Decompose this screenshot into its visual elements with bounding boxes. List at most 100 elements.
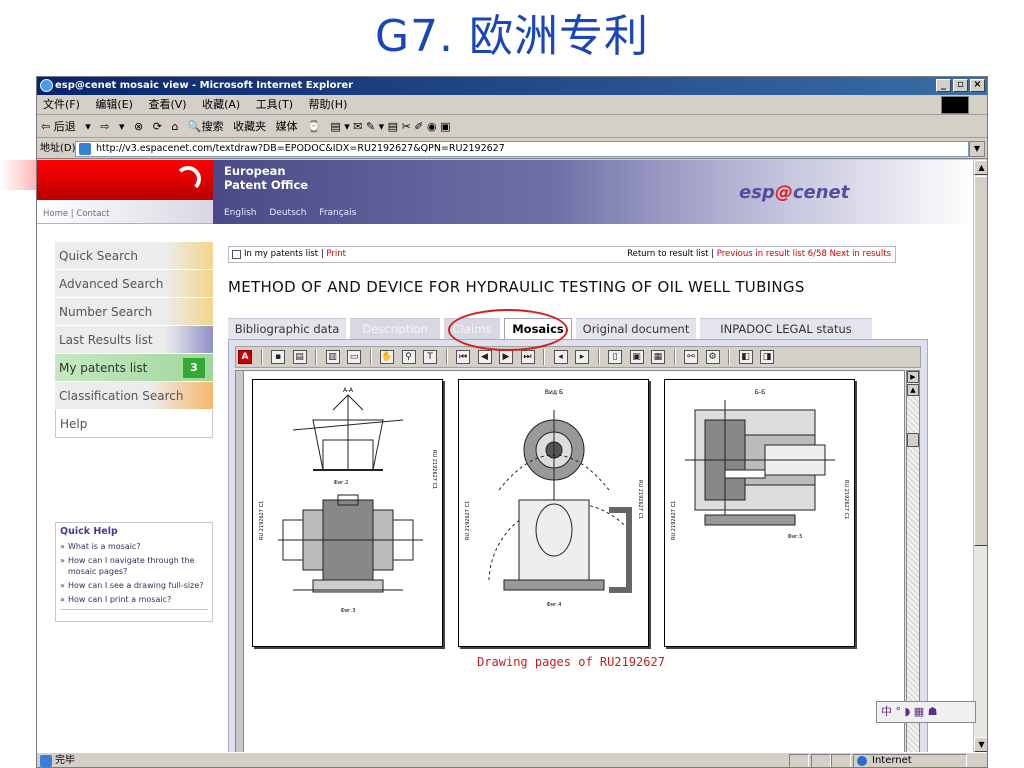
scroll-thumb[interactable] bbox=[974, 176, 987, 546]
nav-my-patents[interactable]: My patents list 3 bbox=[55, 354, 213, 382]
first-page-icon[interactable]: ⏮ bbox=[456, 350, 470, 364]
scroll-up-icon[interactable]: ▲ bbox=[974, 160, 987, 175]
nav-label: Quick Search bbox=[59, 249, 138, 263]
help-link[interactable]: What is a mosaic? bbox=[60, 541, 208, 552]
ime-toolbar[interactable]: 中 ° ◗ ▦ ☗ bbox=[876, 701, 976, 723]
page-done-icon bbox=[40, 755, 52, 767]
forward-view-icon[interactable]: ▸ bbox=[575, 350, 589, 364]
column-right-icon[interactable]: ◨ bbox=[760, 350, 774, 364]
favorites-button[interactable]: 收藏夹 bbox=[233, 120, 266, 133]
prev-next-links[interactable]: Previous in result list 6/58 Next in res… bbox=[717, 249, 891, 259]
last-page-icon[interactable]: ⏭ bbox=[520, 350, 535, 364]
toolbar-extra-icons[interactable]: ▤ ▾ ✉ ✎ ▾ ▤ ✂ ✐ ◉ ▣ bbox=[330, 120, 450, 133]
home-icon[interactable]: ⌂ bbox=[171, 120, 178, 133]
back-view-icon[interactable]: ◂ bbox=[553, 350, 568, 364]
my-patents-checkbox[interactable] bbox=[232, 250, 241, 259]
drawing-page-3[interactable]: Б-Б Фиг.5 RU 2192627 C1 RU 2192627 C1 bbox=[664, 379, 855, 647]
back-button[interactable]: ⇦ 后退 bbox=[41, 120, 76, 133]
next-page-icon[interactable]: ▶ bbox=[499, 350, 513, 364]
nav-help[interactable]: Help bbox=[55, 410, 213, 438]
address-url: http://v3.espacenet.com/textdraw?DB=EPOD… bbox=[96, 143, 505, 154]
find-icon[interactable]: ⚯ bbox=[684, 350, 698, 364]
tab-inpadoc[interactable]: INPADOC LEGAL status bbox=[700, 318, 872, 339]
drawing-3-sketch: Б-Б Фиг.5 RU 2192627 C1 RU 2192627 C1 bbox=[671, 389, 849, 540]
minimize-button[interactable]: _ bbox=[936, 79, 951, 92]
nav-classification-search[interactable]: Classification Search bbox=[55, 382, 213, 410]
help-link[interactable]: How can I navigate through the mosaic pa… bbox=[60, 555, 208, 577]
save-icon[interactable]: ▪ bbox=[271, 350, 285, 364]
menu-edit[interactable]: 编辑(E) bbox=[95, 98, 133, 111]
acrobat-icon[interactable]: A bbox=[238, 350, 252, 364]
status-cell bbox=[789, 754, 809, 767]
column-left-icon[interactable]: ◧ bbox=[738, 350, 753, 364]
lang-english[interactable]: English bbox=[224, 208, 257, 218]
fit-page-icon[interactable]: ▣ bbox=[629, 350, 644, 364]
history-icon[interactable]: ⌚ bbox=[307, 120, 321, 133]
nav-number-search[interactable]: Number Search bbox=[55, 298, 213, 326]
lang-francais[interactable]: Français bbox=[319, 208, 356, 218]
forward-dropdown-icon[interactable]: ▾ bbox=[119, 120, 125, 133]
zoom-icon[interactable]: ⚲ bbox=[401, 350, 416, 364]
nav-advanced-search[interactable]: Advanced Search bbox=[55, 270, 213, 298]
fig-mid-label: Фиг.2 bbox=[334, 480, 349, 486]
text-select-icon[interactable]: T bbox=[423, 350, 437, 364]
refresh-icon[interactable]: ⟳ bbox=[153, 120, 162, 133]
tab-description[interactable]: Description bbox=[350, 318, 440, 339]
address-label: 地址(D) bbox=[40, 143, 76, 154]
window-titlebar[interactable]: esp@cenet mosaic view - Microsoft Intern… bbox=[37, 77, 987, 95]
espacenet-logo[interactable]: esp@cenet bbox=[739, 182, 849, 203]
menu-view[interactable]: 查看(V) bbox=[148, 98, 186, 111]
help-link[interactable]: How can I see a drawing full-size? bbox=[60, 580, 208, 591]
close-button[interactable]: × bbox=[970, 79, 985, 92]
pages-icon[interactable]: ▥ bbox=[325, 350, 340, 364]
logo-part-2: cenet bbox=[792, 182, 850, 203]
viewer-scrollbar[interactable]: ▶ ▲ bbox=[906, 370, 920, 752]
nav-quick-search[interactable]: Quick Search bbox=[55, 242, 213, 270]
viewer-scroll-up-icon[interactable]: ▲ bbox=[907, 384, 919, 396]
fig-top-label: A-A bbox=[343, 387, 354, 394]
drawing-page-1[interactable]: A-A Фиг.2 Фиг.3 RU 2192627 C1 RU 2192627… bbox=[252, 379, 443, 647]
address-dropdown-icon[interactable]: ▼ bbox=[969, 141, 985, 157]
hand-tool-icon[interactable]: ✋ bbox=[380, 350, 394, 364]
scroll-down-icon[interactable]: ▼ bbox=[974, 737, 987, 752]
mosaic-area[interactable]: A-A Фиг.2 Фиг.3 RU 2192627 C1 RU 2192627… bbox=[235, 370, 905, 752]
help-link[interactable]: How can I print a mosaic? bbox=[60, 594, 208, 605]
print-link[interactable]: Print bbox=[326, 249, 346, 259]
copy-icon[interactable]: ▭ bbox=[347, 350, 361, 364]
drawing-page-2[interactable]: Вид Б Фиг.4 RU 2192627 C1 RU 2192627 C1 bbox=[458, 379, 649, 647]
language-links: English Deutsch Français bbox=[224, 208, 366, 218]
media-button[interactable]: 媒体 bbox=[276, 120, 298, 133]
search-button[interactable]: 🔍搜索 bbox=[188, 120, 224, 133]
viewer-scroll-thumb[interactable] bbox=[907, 433, 919, 447]
patents-count-badge: 3 bbox=[183, 358, 205, 378]
forward-button[interactable]: ⇨ bbox=[100, 120, 109, 133]
nav-label: Classification Search bbox=[59, 389, 184, 403]
lang-deutsch[interactable]: Deutsch bbox=[269, 208, 306, 218]
nav-last-results[interactable]: Last Results list bbox=[55, 326, 213, 354]
settings-icon[interactable]: ⚙ bbox=[705, 350, 720, 364]
actual-size-icon[interactable]: ▯ bbox=[608, 350, 622, 364]
tab-original-document[interactable]: Original document bbox=[576, 318, 696, 339]
fit-width-icon[interactable]: ▦ bbox=[651, 350, 665, 364]
list-bar-left: In my patents list | Print bbox=[244, 247, 346, 262]
home-contact-links[interactable]: Home | Contact bbox=[43, 209, 109, 219]
viewer-scroll-right-icon[interactable]: ▶ bbox=[907, 371, 919, 383]
menu-tools[interactable]: 工具(T) bbox=[256, 98, 293, 111]
menu-favorites[interactable]: 收藏(A) bbox=[202, 98, 240, 111]
page-viewport: Home | Contact European Patent Office En… bbox=[37, 160, 973, 752]
page-scrollbar[interactable]: ▲ ▼ bbox=[973, 160, 987, 752]
tab-bibliographic[interactable]: Bibliographic data bbox=[228, 318, 346, 339]
epo-name: European Patent Office bbox=[224, 164, 308, 192]
highlight-ellipse bbox=[448, 309, 568, 351]
address-input[interactable]: http://v3.espacenet.com/textdraw?DB=EPOD… bbox=[75, 141, 969, 157]
menu-file[interactable]: 文件(F) bbox=[43, 98, 80, 111]
back-dropdown-icon[interactable]: ▾ bbox=[85, 120, 91, 133]
menu-help[interactable]: 帮助(H) bbox=[309, 98, 348, 111]
print-icon[interactable]: ▤ bbox=[292, 350, 307, 364]
ie-toolbar: ⇦ 后退 ▾ ⇨ ▾ ⊗ ⟳ ⌂ 🔍搜索 收藏夹 媒体 ⌚ ▤ ▾ ✉ ✎ ▾ … bbox=[37, 116, 987, 138]
maximize-button[interactable]: ▫ bbox=[953, 79, 968, 92]
left-nav: Quick Search Advanced Search Number Sear… bbox=[55, 242, 213, 438]
prev-page-icon[interactable]: ◀ bbox=[477, 350, 492, 364]
return-link[interactable]: Return to result list bbox=[627, 249, 708, 259]
stop-icon[interactable]: ⊗ bbox=[134, 120, 143, 133]
